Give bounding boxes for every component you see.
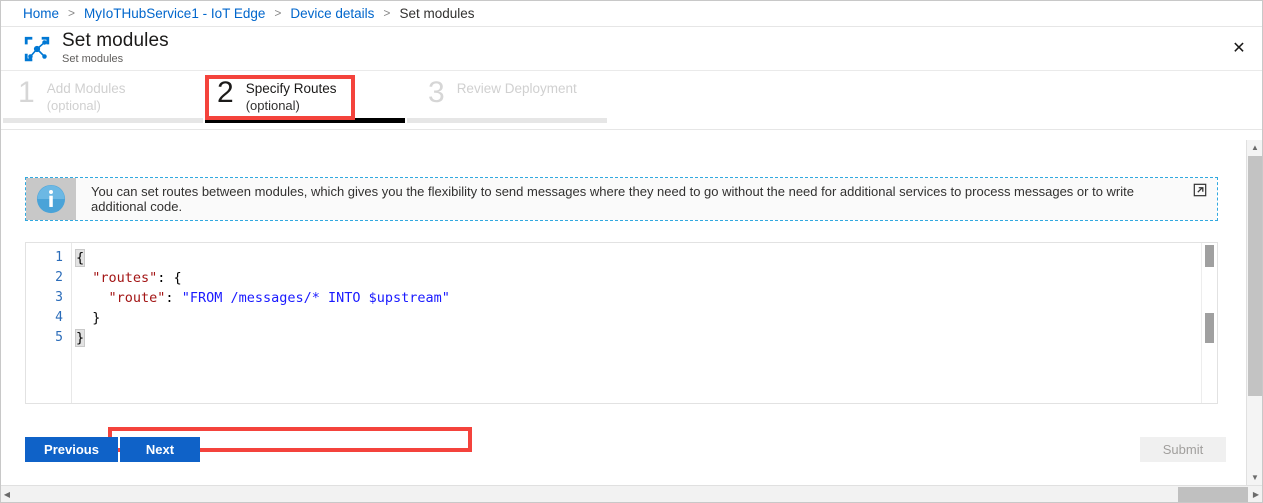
scroll-left-arrow-icon[interactable]: ◀ — [0, 486, 14, 503]
main-content: You can set routes between modules, whic… — [0, 129, 1263, 452]
step-bar-2-active — [205, 118, 405, 123]
code-line-4: } — [72, 308, 1217, 328]
line-number: 2 — [55, 270, 63, 285]
breadcrumb-item-iot-hub[interactable]: MyIoTHubService1 - IoT Edge — [84, 6, 265, 21]
code-line-5: } — [72, 328, 1217, 348]
info-circle-icon — [36, 184, 66, 214]
step-specify-routes[interactable]: 2 Specify Routes (optional) — [205, 78, 410, 114]
step-progress-bars — [0, 118, 607, 123]
code-token-punc: : — [165, 290, 182, 306]
code-token-route-value: "FROM /messages/* INTO $upstream" — [181, 290, 450, 306]
step-label: Specify Routes — [245, 81, 337, 96]
step-number: 1 — [18, 76, 35, 109]
step-add-modules[interactable]: 1 Add Modules (optional) — [0, 78, 205, 114]
code-token-brace-close-inner: } — [92, 310, 101, 326]
info-icon-container — [26, 178, 76, 220]
editor-scrollbar-marker[interactable] — [1205, 313, 1214, 343]
routes-json-editor[interactable]: 1 2 3 4 5 { "routes": { "route": "FROM /… — [25, 242, 1218, 404]
editor-line-numbers: 1 2 3 4 5 — [26, 243, 72, 403]
info-banner-text: You can set routes between modules, whic… — [76, 178, 1183, 220]
breadcrumb-item-set-modules: Set modules — [399, 5, 475, 21]
scroll-right-arrow-icon[interactable]: ▶ — [1249, 486, 1263, 503]
scroll-down-arrow-icon[interactable]: ▼ — [1247, 470, 1263, 485]
iot-edge-modules-icon — [24, 36, 50, 61]
code-token-brace-open: { — [74, 249, 86, 267]
submit-button[interactable]: Submit — [1140, 437, 1226, 462]
code-token-key-routes: "routes" — [92, 270, 158, 286]
page-title: Set modules — [62, 30, 169, 52]
wizard-steps: 1 Add Modules (optional) 2 Specify Route… — [0, 71, 1263, 129]
open-in-new-window-icon[interactable] — [1183, 178, 1217, 220]
code-token-key-route: "route" — [108, 290, 166, 306]
step-review-deployment[interactable]: 3 Review Deployment — [410, 78, 615, 108]
editor-scrollbar-thumb-top[interactable] — [1205, 245, 1214, 267]
step-label: Add Modules — [46, 81, 126, 96]
breadcrumb-separator: > — [383, 6, 391, 20]
breadcrumb: Home > MyIoTHubService1 - IoT Edge > Dev… — [0, 0, 1263, 27]
wizard-footer: Previous Next Submit — [0, 425, 1263, 484]
line-number: 4 — [55, 310, 63, 325]
page-vertical-scrollbar[interactable]: ▲ ▼ — [1246, 140, 1263, 485]
line-number: 1 — [55, 250, 63, 265]
step-number: 3 — [428, 76, 445, 109]
page-subtitle: Set modules — [62, 53, 124, 66]
step-number: 2 — [217, 76, 234, 109]
page-horizontal-scrollbar-thumb[interactable] — [1178, 487, 1248, 502]
next-button[interactable]: Next — [120, 437, 200, 462]
breadcrumb-separator: > — [274, 6, 282, 20]
line-number: 3 — [55, 290, 63, 305]
page-vertical-scrollbar-thumb[interactable] — [1248, 156, 1263, 396]
page-header: Set modules Set modules ✕ — [0, 27, 1263, 71]
code-line-1: { — [72, 248, 1217, 268]
step-label: Review Deployment — [456, 81, 577, 96]
step-bar-1 — [3, 118, 203, 123]
code-line-3: "route": "FROM /messages/* INTO $upstrea… — [72, 288, 1217, 308]
editor-scrollbar[interactable] — [1201, 243, 1217, 403]
breadcrumb-item-device-details[interactable]: Device details — [290, 6, 374, 21]
previous-button[interactable]: Previous — [25, 437, 118, 462]
code-token-brace-close: } — [74, 329, 86, 347]
code-token-punc: : { — [157, 270, 182, 286]
editor-code-area[interactable]: { "routes": { "route": "FROM /messages/*… — [72, 243, 1217, 403]
breadcrumb-separator: > — [68, 6, 76, 20]
close-icon[interactable]: ✕ — [1223, 33, 1255, 65]
page-horizontal-scrollbar[interactable]: ◀ ▶ — [0, 485, 1263, 503]
code-line-2: "routes": { — [72, 268, 1217, 288]
breadcrumb-item-home[interactable]: Home — [23, 6, 59, 21]
line-number: 5 — [55, 330, 63, 345]
scroll-up-arrow-icon[interactable]: ▲ — [1247, 140, 1263, 155]
info-banner: You can set routes between modules, whic… — [25, 177, 1218, 221]
step-bar-3 — [407, 118, 607, 123]
step-optional-label: (optional) — [46, 97, 101, 113]
step-optional-label: (optional) — [245, 97, 300, 113]
